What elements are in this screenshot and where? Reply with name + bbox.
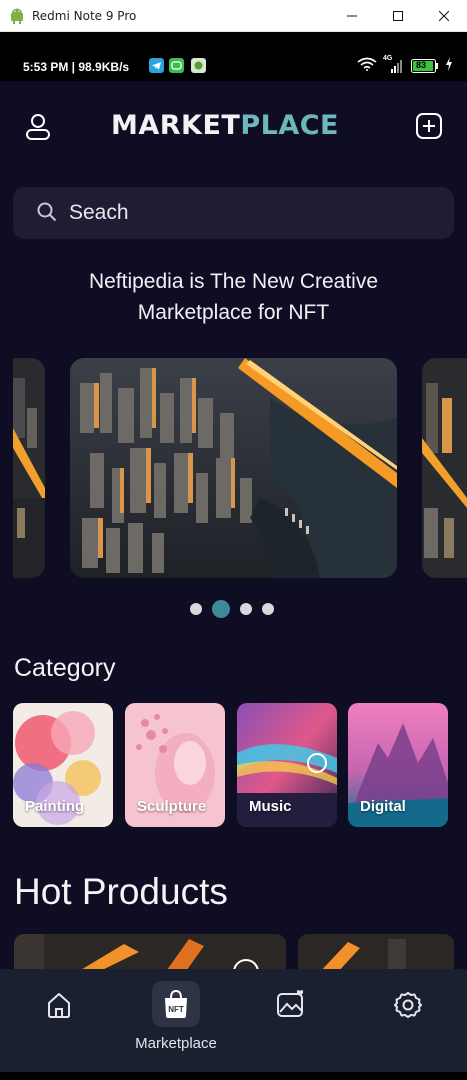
- settings-icon[interactable]: [394, 991, 422, 1024]
- phone-screen: 5:53 PM | 98.9KB/s 4G 83 MARKETPLACE Sea…: [0, 33, 467, 1072]
- maximize-button[interactable]: [375, 0, 421, 32]
- carousel-slide-active[interactable]: [70, 358, 397, 578]
- message-app-icon: [169, 58, 184, 73]
- hero-heading: Neftipedia is The New Creative Marketpla…: [88, 270, 379, 324]
- svg-text:NFT: NFT: [168, 1005, 184, 1014]
- window-title: Redmi Note 9 Pro: [32, 9, 137, 23]
- carousel-dot[interactable]: [190, 603, 202, 615]
- hot-product-card[interactable]: [14, 934, 286, 974]
- hot-product-card[interactable]: [298, 934, 454, 974]
- carousel-slide-next[interactable]: [422, 358, 467, 578]
- add-icon[interactable]: [416, 113, 442, 144]
- marketplace-logo: MARKETPLACE: [111, 110, 339, 141]
- status-bar: 5:53 PM | 98.9KB/s 4G 83: [0, 33, 467, 81]
- category-title: Category: [14, 654, 116, 682]
- status-time: 5:53 PM | 98.9KB/s: [23, 60, 130, 74]
- carousel-dot[interactable]: [240, 603, 252, 615]
- carousel-dot-active[interactable]: [212, 600, 230, 618]
- category-card-sculpture[interactable]: Sculpture: [125, 703, 225, 827]
- nav-label-marketplace[interactable]: Marketplace: [120, 1035, 232, 1052]
- nft-bag-icon[interactable]: NFT: [162, 989, 190, 1024]
- search-icon: [37, 202, 57, 227]
- window-bottom-edge: [0, 1072, 467, 1080]
- category-card-digital[interactable]: Digital: [348, 703, 448, 827]
- search-bar[interactable]: [13, 187, 454, 239]
- app-notification-icon: [191, 58, 206, 73]
- carousel-slide-prev[interactable]: [13, 358, 45, 578]
- profile-icon[interactable]: [25, 113, 51, 146]
- minimize-button[interactable]: [329, 0, 375, 32]
- signal-icon: 4G: [383, 55, 405, 74]
- wifi-icon: [357, 57, 377, 74]
- battery-icon: 83: [411, 58, 439, 73]
- gallery-favorite-icon[interactable]: [276, 989, 306, 1024]
- hot-products-title: Hot Products: [14, 871, 228, 912]
- category-card-music[interactable]: Music: [237, 703, 337, 827]
- close-button[interactable]: [421, 0, 467, 32]
- home-icon[interactable]: [45, 991, 73, 1024]
- search-input[interactable]: [69, 197, 429, 229]
- charging-icon: [445, 57, 453, 74]
- carousel-dot[interactable]: [262, 603, 274, 615]
- category-card-painting[interactable]: Painting: [13, 703, 113, 827]
- carousel-indicator: [190, 600, 274, 618]
- bottom-navigation: NFT Marketplace: [0, 969, 467, 1072]
- window-title-bar: Redmi Note 9 Pro: [0, 0, 467, 32]
- app-root: MARKETPLACE Neftipedia is The New Creati…: [0, 81, 467, 1072]
- telegram-icon: [149, 58, 164, 73]
- android-icon: [10, 8, 24, 29]
